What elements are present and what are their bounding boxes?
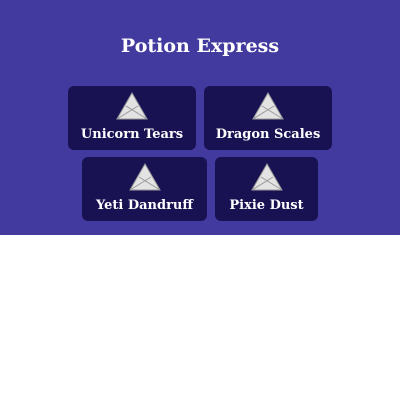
product-grid: Unicorn Tears Dragon Scales Yeti Dandruf… — [0, 86, 400, 228]
product-card-dragon-scales[interactable]: Dragon Scales — [204, 86, 332, 150]
product-label: Yeti Dandruff — [95, 198, 194, 213]
product-card-pixie-dust[interactable]: Pixie Dust — [215, 157, 318, 221]
page-title: Potion Express — [120, 35, 280, 57]
broken-image-icon — [250, 163, 283, 191]
header-banner: Potion Express Unicorn Tears Dragon Scal… — [0, 0, 400, 235]
product-card-yeti-dandruff[interactable]: Yeti Dandruff — [82, 157, 207, 221]
broken-image-icon — [128, 163, 161, 191]
product-row-2: Yeti Dandruff Pixie Dust — [0, 157, 400, 221]
product-label: Pixie Dust — [229, 198, 304, 213]
product-card-unicorn-tears[interactable]: Unicorn Tears — [68, 86, 196, 150]
product-label: Unicorn Tears — [80, 127, 184, 142]
broken-image-icon — [116, 92, 148, 120]
product-label: Dragon Scales — [215, 127, 321, 142]
product-row-1: Unicorn Tears Dragon Scales — [0, 86, 400, 150]
broken-image-icon — [252, 92, 284, 120]
